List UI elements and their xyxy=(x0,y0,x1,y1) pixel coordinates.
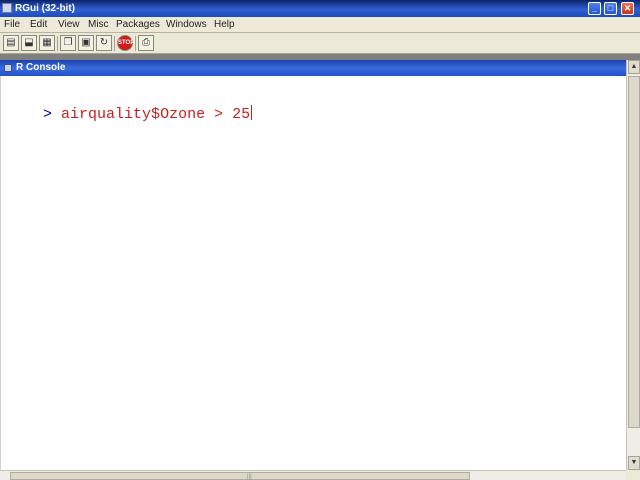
menu-edit[interactable]: Edit xyxy=(30,17,47,33)
scroll-down-icon[interactable]: ▼ xyxy=(628,456,640,470)
menu-help[interactable]: Help xyxy=(214,17,235,33)
copy-paste-icon[interactable]: ↻ xyxy=(96,35,112,51)
minimize-icon[interactable]: _ xyxy=(588,2,601,15)
horizontal-scrollbar[interactable]: ||| xyxy=(0,470,626,480)
toolbar: ▤ ⬓ ▦ ❐ ▣ ↻ STOP ⎙ xyxy=(0,33,640,54)
app-titlebar[interactable]: RGui (32-bit) _ □ ✕ xyxy=(0,0,640,17)
load-workspace-icon[interactable]: ⬓ xyxy=(21,35,37,51)
vertical-scroll-thumb[interactable] xyxy=(628,76,640,428)
open-script-icon[interactable]: ▤ xyxy=(3,35,19,51)
console-title: R Console xyxy=(16,62,66,73)
menu-misc[interactable]: Misc xyxy=(88,17,109,33)
console-window-icon xyxy=(4,64,12,72)
toolbar-separator xyxy=(114,36,115,51)
close-icon[interactable]: ✕ xyxy=(621,2,634,15)
maximize-icon[interactable]: □ xyxy=(604,2,617,15)
toolbar-separator xyxy=(57,36,58,51)
save-icon[interactable]: ▦ xyxy=(39,35,55,51)
menu-bar: File Edit View Misc Packages Windows Hel… xyxy=(0,17,640,33)
toolbar-separator xyxy=(135,36,136,51)
copy-icon[interactable]: ❐ xyxy=(60,35,76,51)
rgui-app-icon xyxy=(2,3,12,13)
size-grip[interactable] xyxy=(626,470,640,480)
console-titlebar[interactable]: R Console xyxy=(0,60,640,76)
scroll-grip-icon: ||| xyxy=(247,474,252,480)
menu-windows[interactable]: Windows xyxy=(166,17,207,33)
console-input-line[interactable]: > airquality$Ozone > 25 xyxy=(7,88,253,140)
console-output-area[interactable]: > airquality$Ozone > 25 xyxy=(0,76,626,470)
console-prompt: > xyxy=(43,106,53,123)
menu-packages[interactable]: Packages xyxy=(116,17,160,33)
print-icon[interactable]: ⎙ xyxy=(138,35,154,51)
scroll-up-icon[interactable]: ▲ xyxy=(628,60,640,74)
menu-file[interactable]: File xyxy=(4,17,20,33)
paste-icon[interactable]: ▣ xyxy=(78,35,94,51)
horizontal-scroll-thumb[interactable]: ||| xyxy=(10,472,470,480)
vertical-scrollbar[interactable]: ▲ ▼ xyxy=(626,60,640,470)
stop-icon[interactable]: STOP xyxy=(117,35,134,51)
text-cursor xyxy=(251,105,253,120)
app-title: RGui (32-bit) xyxy=(15,3,75,14)
console-command: airquality$Ozone > 25 xyxy=(61,106,251,123)
menu-view[interactable]: View xyxy=(58,17,80,33)
